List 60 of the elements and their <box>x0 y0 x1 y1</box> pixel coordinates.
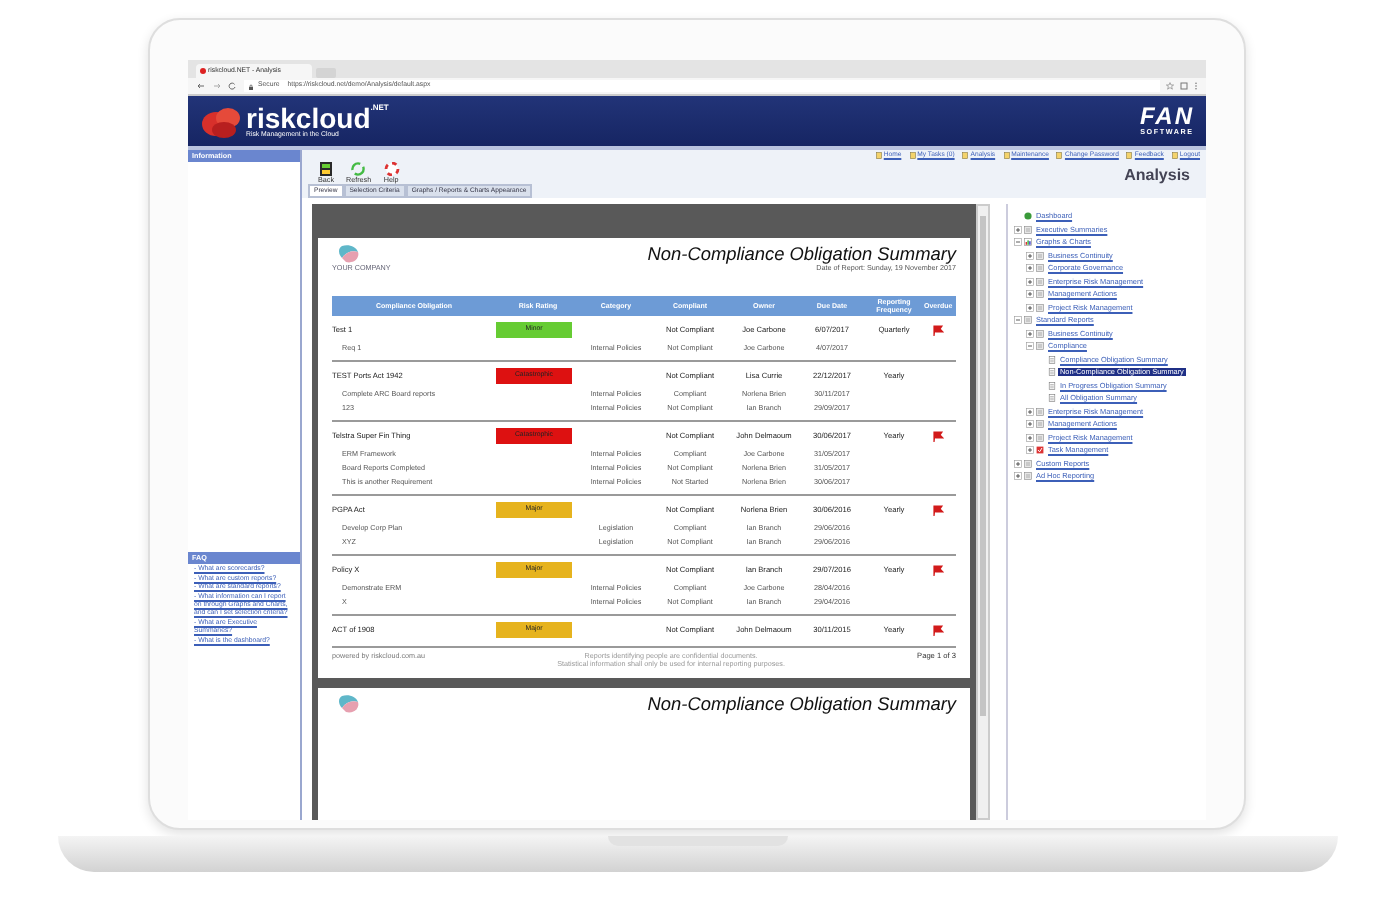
expand-icon[interactable] <box>1026 433 1034 442</box>
grid-icon <box>1024 316 1032 325</box>
document-icon <box>1048 394 1056 403</box>
expand-icon[interactable] <box>1014 459 1022 468</box>
expand-icon[interactable] <box>1026 446 1034 455</box>
expand-icon[interactable] <box>1026 420 1034 429</box>
grid-icon <box>1036 264 1044 273</box>
grid-icon <box>1036 433 1044 442</box>
partner-logo: FAN <box>1140 104 1194 129</box>
grid-icon <box>1024 459 1032 468</box>
expand-icon[interactable] <box>1026 264 1034 273</box>
expand-icon[interactable] <box>1026 290 1034 299</box>
forward-icon[interactable] <box>212 82 222 90</box>
book-icon <box>318 162 334 176</box>
document-icon <box>1003 152 1010 160</box>
expand-icon[interactable] <box>1026 303 1034 312</box>
document-icon <box>1048 368 1056 377</box>
task-icon <box>1036 446 1044 455</box>
grid-icon <box>1036 251 1044 260</box>
grid-icon <box>1036 407 1044 416</box>
grid-icon <box>1036 329 1044 338</box>
favicon-icon <box>200 68 206 74</box>
help-icon <box>383 162 400 176</box>
star-icon[interactable] <box>1166 82 1174 90</box>
grid-icon <box>1024 225 1032 234</box>
grid-icon <box>1036 342 1044 351</box>
expand-icon[interactable] <box>1026 251 1034 260</box>
document-icon <box>909 152 916 160</box>
expand-icon[interactable] <box>1026 329 1034 338</box>
lock-icon <box>248 83 254 89</box>
page-title: Analysis <box>1124 165 1190 185</box>
cloud-logo-icon <box>200 103 242 139</box>
extension-icon[interactable] <box>1180 82 1188 90</box>
back-icon[interactable] <box>196 82 206 90</box>
document-icon <box>1048 381 1056 390</box>
collapse-icon[interactable] <box>1014 238 1022 247</box>
expand-icon[interactable] <box>1014 472 1022 481</box>
document-icon <box>1048 355 1056 364</box>
document-icon <box>875 152 882 160</box>
document-icon <box>962 152 969 160</box>
refresh-icon <box>350 162 367 176</box>
document-icon <box>1126 152 1133 160</box>
grid-icon <box>1036 303 1044 312</box>
chart-icon <box>1024 238 1032 247</box>
expand-icon[interactable] <box>1026 277 1034 286</box>
grid-icon <box>1024 472 1032 481</box>
report-title: Non-Compliance Obligation Summary <box>647 693 956 715</box>
grid-icon <box>1036 290 1044 299</box>
expand-icon[interactable] <box>1014 225 1022 234</box>
scrollbar[interactable] <box>976 203 990 820</box>
collapse-icon[interactable] <box>1026 342 1034 351</box>
collapse-icon[interactable] <box>1014 316 1022 325</box>
report-title: Non-Compliance Obligation Summary <box>647 243 956 265</box>
dashboard-icon <box>1024 212 1032 221</box>
document-icon <box>1056 152 1063 160</box>
grid-icon <box>1036 420 1044 429</box>
expand-icon[interactable] <box>1026 407 1034 416</box>
reload-icon[interactable] <box>228 82 238 90</box>
document-icon <box>1171 152 1178 160</box>
grid-icon <box>1036 277 1044 286</box>
